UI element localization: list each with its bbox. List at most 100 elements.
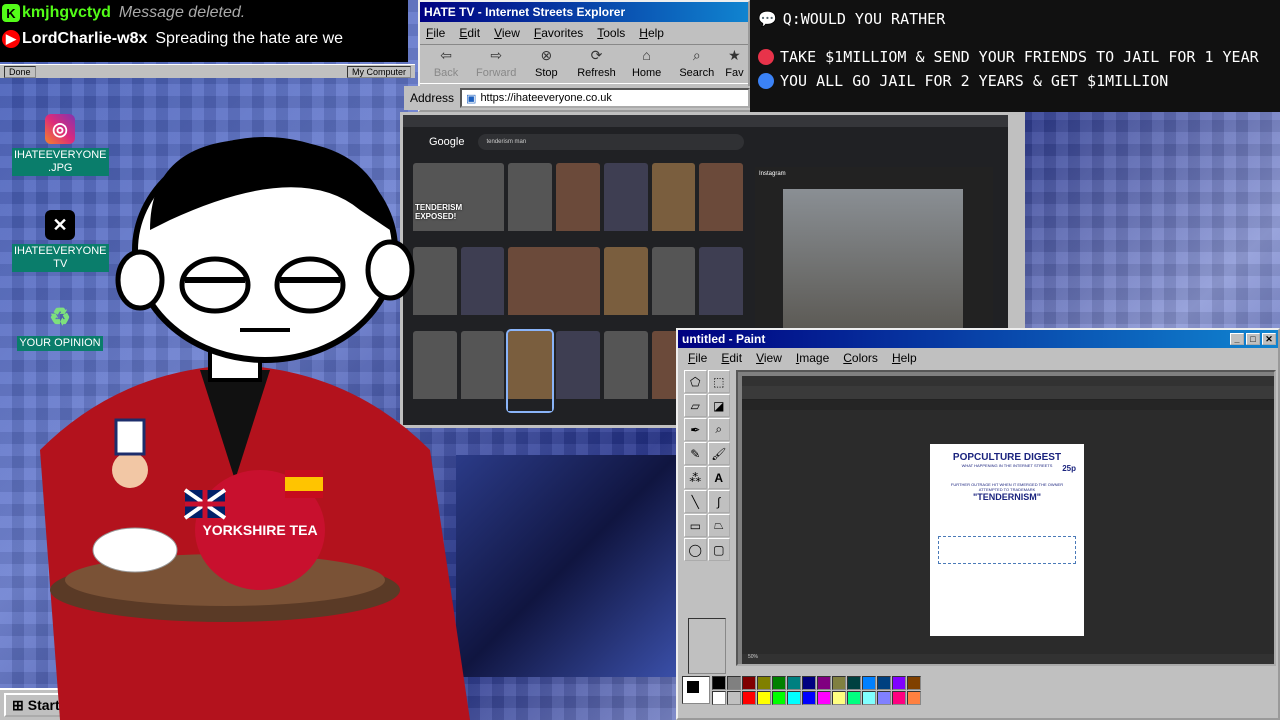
close-button[interactable]: ✕	[1262, 333, 1276, 345]
color-swatch[interactable]	[727, 676, 741, 690]
tool-options[interactable]	[688, 618, 726, 674]
color-swatch[interactable]	[757, 676, 771, 690]
image-result[interactable]	[556, 331, 600, 411]
url-input[interactable]: ▣ https://ihateeveryone.co.uk	[460, 88, 750, 108]
image-result[interactable]	[506, 329, 555, 413]
menu-edit[interactable]: Edit	[459, 26, 480, 40]
color-swatch[interactable]	[787, 676, 801, 690]
rounded-rect-icon[interactable]: ▢	[707, 538, 730, 561]
color-swatch[interactable]	[892, 676, 906, 690]
rectangle-icon[interactable]: ▭	[684, 514, 707, 537]
favorites-button[interactable]: ★ Fav	[725, 47, 744, 81]
menu-help[interactable]: Help	[639, 26, 664, 40]
image-result[interactable]	[603, 247, 648, 327]
color-swatch[interactable]	[847, 691, 861, 705]
color-swatch[interactable]	[862, 691, 876, 705]
color-swatch[interactable]	[847, 676, 861, 690]
menu-edit[interactable]: Edit	[721, 351, 742, 365]
ellipse-icon[interactable]: ◯	[684, 538, 707, 561]
color-swatch[interactable]	[877, 691, 891, 705]
search-icon: ⌕	[692, 47, 701, 63]
stop-icon: ⊗	[540, 47, 553, 63]
color-swatch[interactable]	[802, 676, 816, 690]
image-result[interactable]	[508, 163, 553, 243]
fill-icon[interactable]: ◪	[707, 394, 730, 417]
color-swatch[interactable]	[892, 691, 906, 705]
chat-username: LordCharlie-w8x	[22, 30, 148, 47]
color-swatch[interactable]	[802, 691, 816, 705]
maximize-button[interactable]: □	[1246, 333, 1260, 345]
color-swatch[interactable]	[907, 691, 921, 705]
menu-image[interactable]: Image	[796, 351, 829, 365]
rect-select-icon[interactable]: ⬚	[707, 370, 730, 393]
curve-icon[interactable]: ∫	[707, 490, 730, 513]
current-colors[interactable]	[682, 676, 710, 704]
menu-file[interactable]: File	[426, 26, 445, 40]
free-select-icon[interactable]: ⬠	[684, 370, 707, 393]
color-swatch[interactable]	[742, 691, 756, 705]
url-text: https://ihateeveryone.co.uk	[480, 92, 612, 104]
brush-icon[interactable]: 🖌	[707, 442, 730, 465]
stop-button[interactable]: ⊗ Stop	[524, 47, 568, 81]
menu-colors[interactable]: Colors	[843, 351, 878, 365]
menu-favorites[interactable]: Favorites	[534, 26, 583, 40]
image-result[interactable]	[651, 247, 696, 327]
color-swatch[interactable]	[772, 676, 786, 690]
favorites-label: Fav	[725, 67, 744, 79]
image-result[interactable]	[699, 163, 743, 243]
paint-window: untitled - Paint _ □ ✕ File Edit View Im…	[676, 328, 1280, 720]
image-result[interactable]	[651, 163, 696, 243]
color-swatch[interactable]	[787, 691, 801, 705]
kick-icon: K	[2, 4, 20, 22]
color-swatch[interactable]	[832, 676, 846, 690]
text-icon[interactable]: A	[707, 466, 730, 489]
color-swatch[interactable]	[862, 676, 876, 690]
color-swatch[interactable]	[877, 676, 891, 690]
magnifier-icon[interactable]: ⌕	[707, 418, 730, 441]
color-swatch[interactable]	[727, 691, 741, 705]
google-search-input[interactable]: tenderism man	[478, 134, 745, 150]
line-icon[interactable]: ╲	[684, 490, 707, 513]
character-illustration: YORKSHIRE TEA	[40, 137, 470, 720]
pencil-icon[interactable]: ✎	[684, 442, 707, 465]
menu-help[interactable]: Help	[892, 351, 917, 365]
color-swatch[interactable]	[817, 676, 831, 690]
color-swatch[interactable]	[907, 676, 921, 690]
search-button[interactable]: ⌕ Search	[675, 47, 719, 81]
magazine-price: 25p	[1062, 464, 1076, 473]
paint-canvas[interactable]: POPCULTURE DIGEST WHAT HAPPENING IN THE …	[736, 370, 1276, 666]
color-swatch[interactable]	[742, 676, 756, 690]
image-result[interactable]	[508, 247, 600, 327]
menu-view[interactable]: View	[494, 26, 520, 40]
preview-image[interactable]	[783, 189, 963, 329]
uncle-sam-figure	[112, 452, 148, 488]
forward-label: Forward	[476, 67, 517, 79]
eraser-icon[interactable]: ▱	[684, 394, 707, 417]
image-result[interactable]	[603, 163, 648, 243]
airbrush-icon[interactable]: ⁂	[684, 466, 707, 489]
image-result[interactable]	[603, 331, 648, 411]
color-swatch[interactable]	[817, 691, 831, 705]
image-result[interactable]	[699, 247, 743, 327]
polygon-icon[interactable]: ⏢	[707, 514, 730, 537]
menu-bar: File Edit View Favorites Tools Help	[420, 22, 748, 44]
back-button[interactable]: ⇦ Back	[424, 47, 468, 81]
color-swatch[interactable]	[712, 691, 726, 705]
menu-view[interactable]: View	[756, 351, 782, 365]
menu-tools[interactable]: Tools	[597, 26, 625, 40]
refresh-button[interactable]: ⟳ Refresh	[574, 47, 618, 81]
search-label: Search	[679, 67, 715, 79]
option-text: TAKE $1MILLIOM & SEND YOUR FRIENDS TO JA…	[780, 48, 1259, 66]
color-swatch[interactable]	[712, 676, 726, 690]
color-swatch[interactable]	[832, 691, 846, 705]
color-picker-icon[interactable]: ✒	[684, 418, 707, 441]
home-button[interactable]: ⌂ Home	[625, 47, 669, 81]
menu-file[interactable]: File	[688, 351, 707, 365]
forward-button[interactable]: ⇨ Forward	[474, 47, 518, 81]
image-result[interactable]	[556, 163, 600, 243]
chat-overlay: K kmjhgvctyd Message deleted. ▶ LordChar…	[0, 0, 408, 62]
address-label: Address	[410, 91, 455, 105]
minimize-button[interactable]: _	[1230, 333, 1244, 345]
color-swatch[interactable]	[757, 691, 771, 705]
color-swatch[interactable]	[772, 691, 786, 705]
